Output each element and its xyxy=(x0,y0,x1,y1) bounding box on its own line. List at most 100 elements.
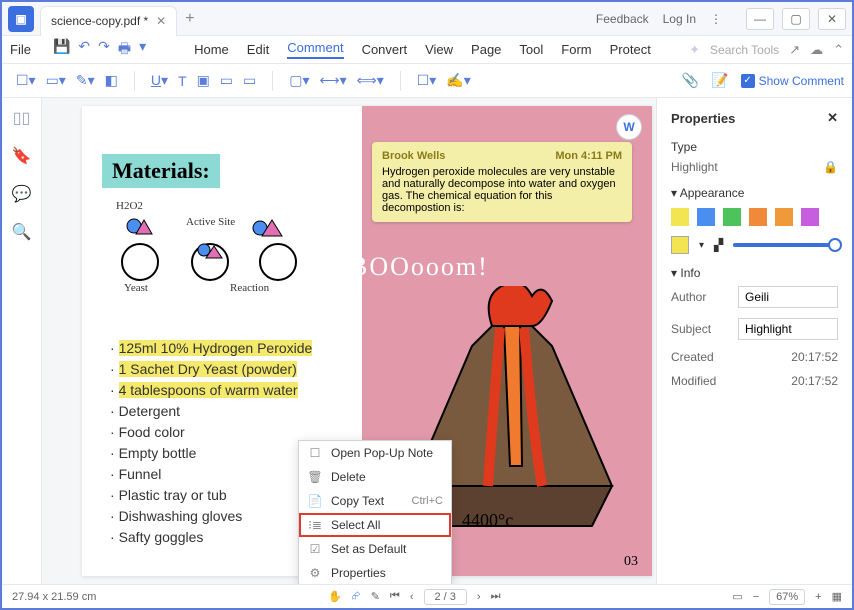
undo-icon[interactable]: ↶ xyxy=(78,38,90,62)
trash-icon: 🗑 xyxy=(307,470,323,484)
tab-edit[interactable]: Edit xyxy=(247,42,269,57)
swatch-green[interactable] xyxy=(723,208,741,226)
search-icon[interactable]: 🔍 xyxy=(12,222,32,242)
text-tool-icon[interactable]: T xyxy=(178,73,187,89)
textbox-icon[interactable]: ▭ xyxy=(220,72,233,89)
document-canvas[interactable]: W Materials: H2O2 Active Site Yeast R xyxy=(42,98,656,584)
ctx-properties[interactable]: ⚙Properties xyxy=(299,561,451,584)
highlighted-text[interactable]: 4 tablespoons of warm water xyxy=(119,382,298,398)
comment-toolbar: ☐▾ ▭▾ ✎▾ ◧ U▾ T ▣ ▭ ▭ ▢▾ ⟷▾ ⟺▾ ☐▾ ✍▾ 📎 📝… xyxy=(2,64,852,98)
statusbar: 27.94 x 21.59 cm ✋ ⮳ ✎ ⏮ ‹ 2 / 3 › ⏭ ▭ −… xyxy=(2,584,852,608)
measure-tool-icon[interactable]: ⟷▾ xyxy=(320,72,347,89)
ctx-delete[interactable]: 🗑Delete xyxy=(299,465,451,489)
eraser-tool-icon[interactable]: ◧ xyxy=(105,72,118,89)
note-author: Brook Wells xyxy=(382,150,445,162)
select-all-icon: ⁝≣ xyxy=(307,518,323,532)
temperature-label: 4400°c xyxy=(462,510,513,531)
file-menu[interactable]: File xyxy=(10,42,31,57)
hand-tool-icon[interactable]: ✋ xyxy=(328,590,342,603)
swatch-purple[interactable] xyxy=(801,208,819,226)
close-button[interactable]: ✕ xyxy=(818,8,846,30)
tab-view[interactable]: View xyxy=(425,42,453,57)
save-icon[interactable]: 💾 xyxy=(53,38,70,62)
dropdown-icon[interactable]: ▾ xyxy=(139,38,146,62)
tab-home[interactable]: Home xyxy=(194,42,229,57)
note-tool-icon[interactable]: ☐▾ xyxy=(16,72,36,89)
show-comment-toggle[interactable]: ✓ Show Comment xyxy=(741,74,844,88)
ctx-select-all[interactable]: ⁝≣Select All xyxy=(299,513,451,537)
underline-tool-icon[interactable]: U▾ xyxy=(151,72,168,89)
search-tools-input[interactable]: Search Tools xyxy=(710,43,779,57)
wand-icon[interactable]: ✦ xyxy=(689,42,700,58)
ctx-copy-text[interactable]: 📄Copy TextCtrl+C xyxy=(299,489,451,513)
next-page-icon[interactable]: › xyxy=(477,591,481,603)
zoom-out-icon[interactable]: − xyxy=(753,591,759,603)
type-value: Highlight xyxy=(671,160,718,174)
tab-protect[interactable]: Protect xyxy=(610,42,651,57)
swatch-amber[interactable] xyxy=(775,208,793,226)
select-tool-icon[interactable]: ⮳ xyxy=(352,590,361,603)
ctx-set-default[interactable]: ☑Set as Default xyxy=(299,537,451,561)
swatch-orange[interactable] xyxy=(749,208,767,226)
distance-tool-icon[interactable]: ⟺▾ xyxy=(357,72,384,89)
swatch-yellow[interactable] xyxy=(671,208,689,226)
highlighted-text[interactable]: 125ml 10% Hydrogen Peroxide xyxy=(119,340,313,356)
panel-close-icon[interactable]: ✕ xyxy=(827,110,838,126)
zoom-level[interactable]: 67% xyxy=(769,589,805,605)
swatch-blue[interactable] xyxy=(697,208,715,226)
shape-tool-icon[interactable]: ▢▾ xyxy=(289,72,309,89)
zoom-in-icon[interactable]: + xyxy=(815,591,821,603)
prev-page-icon[interactable]: ‹ xyxy=(410,591,414,603)
callout-icon[interactable]: ▭ xyxy=(243,72,256,89)
share-icon[interactable]: ↗ xyxy=(789,42,800,58)
author-input[interactable] xyxy=(738,286,838,308)
tab-convert[interactable]: Convert xyxy=(362,42,408,57)
checker-icon[interactable]: ▞ xyxy=(714,238,723,252)
lock-icon[interactable]: 🔒 xyxy=(823,160,838,174)
signature-tool-icon[interactable]: ✍▾ xyxy=(446,72,470,89)
edit-tool-icon[interactable]: ✎ xyxy=(371,590,380,603)
word-export-badge[interactable]: W xyxy=(616,114,642,140)
attachment-icon[interactable]: 📎 xyxy=(682,72,699,89)
opacity-slider[interactable] xyxy=(733,243,838,247)
print-icon[interactable]: 🖶 xyxy=(118,38,131,62)
tab-comment[interactable]: Comment xyxy=(287,40,343,59)
materials-heading: Materials: xyxy=(102,154,220,188)
ctx-open-popup[interactable]: ☐Open Pop-Up Note xyxy=(299,441,451,465)
minimize-button[interactable]: — xyxy=(746,8,774,30)
boom-text: BOOooom! xyxy=(350,252,489,282)
bookmark-icon[interactable]: 🔖 xyxy=(12,146,32,166)
new-tab-button[interactable]: + xyxy=(185,10,194,28)
grid-view-icon[interactable]: ▦ xyxy=(832,590,842,603)
checkbox-icon: ☑ xyxy=(307,542,323,556)
area-highlight-icon[interactable]: ▣ xyxy=(197,72,210,89)
page-indicator[interactable]: 2 / 3 xyxy=(424,589,467,605)
pencil-tool-icon[interactable]: ✎▾ xyxy=(76,72,95,89)
tab-tool[interactable]: Tool xyxy=(519,42,543,57)
cloud-icon[interactable]: ☁ xyxy=(810,42,823,58)
redo-icon[interactable]: ↷ xyxy=(98,38,110,62)
tab-form[interactable]: Form xyxy=(561,42,591,57)
highlighted-text[interactable]: 1 Sachet Dry Yeast (powder) xyxy=(119,361,297,377)
tab-title: science-copy.pdf * xyxy=(51,14,148,28)
text-box-tool-icon[interactable]: ▭▾ xyxy=(46,72,66,89)
thumbnails-icon[interactable]: ▯▯ xyxy=(13,108,31,128)
last-page-icon[interactable]: ⏭ xyxy=(491,590,501,603)
chevron-up-icon[interactable]: ⌃ xyxy=(833,42,844,58)
comment-list-icon[interactable]: 💬 xyxy=(12,184,32,204)
fill-color-button[interactable] xyxy=(671,236,689,254)
kebab-icon[interactable]: ⋮ xyxy=(710,12,722,26)
login-link[interactable]: Log In xyxy=(663,12,696,26)
comments-panel-icon[interactable]: 📝 xyxy=(711,72,728,89)
first-page-icon[interactable]: ⏮ xyxy=(390,590,400,603)
tab-page[interactable]: Page xyxy=(471,42,501,57)
document-tab[interactable]: science-copy.pdf * ✕ xyxy=(40,6,177,36)
stamp-tool-icon[interactable]: ☐▾ xyxy=(417,72,437,89)
tab-close-icon[interactable]: ✕ xyxy=(156,14,166,28)
fit-width-icon[interactable]: ▭ xyxy=(732,590,742,603)
note-icon: ☐ xyxy=(307,446,323,460)
subject-input[interactable] xyxy=(738,318,838,340)
sticky-note[interactable]: Brook Wells Mon 4:11 PM Hydrogen peroxid… xyxy=(372,142,632,222)
maximize-button[interactable]: ▢ xyxy=(782,8,810,30)
feedback-link[interactable]: Feedback xyxy=(596,12,649,26)
